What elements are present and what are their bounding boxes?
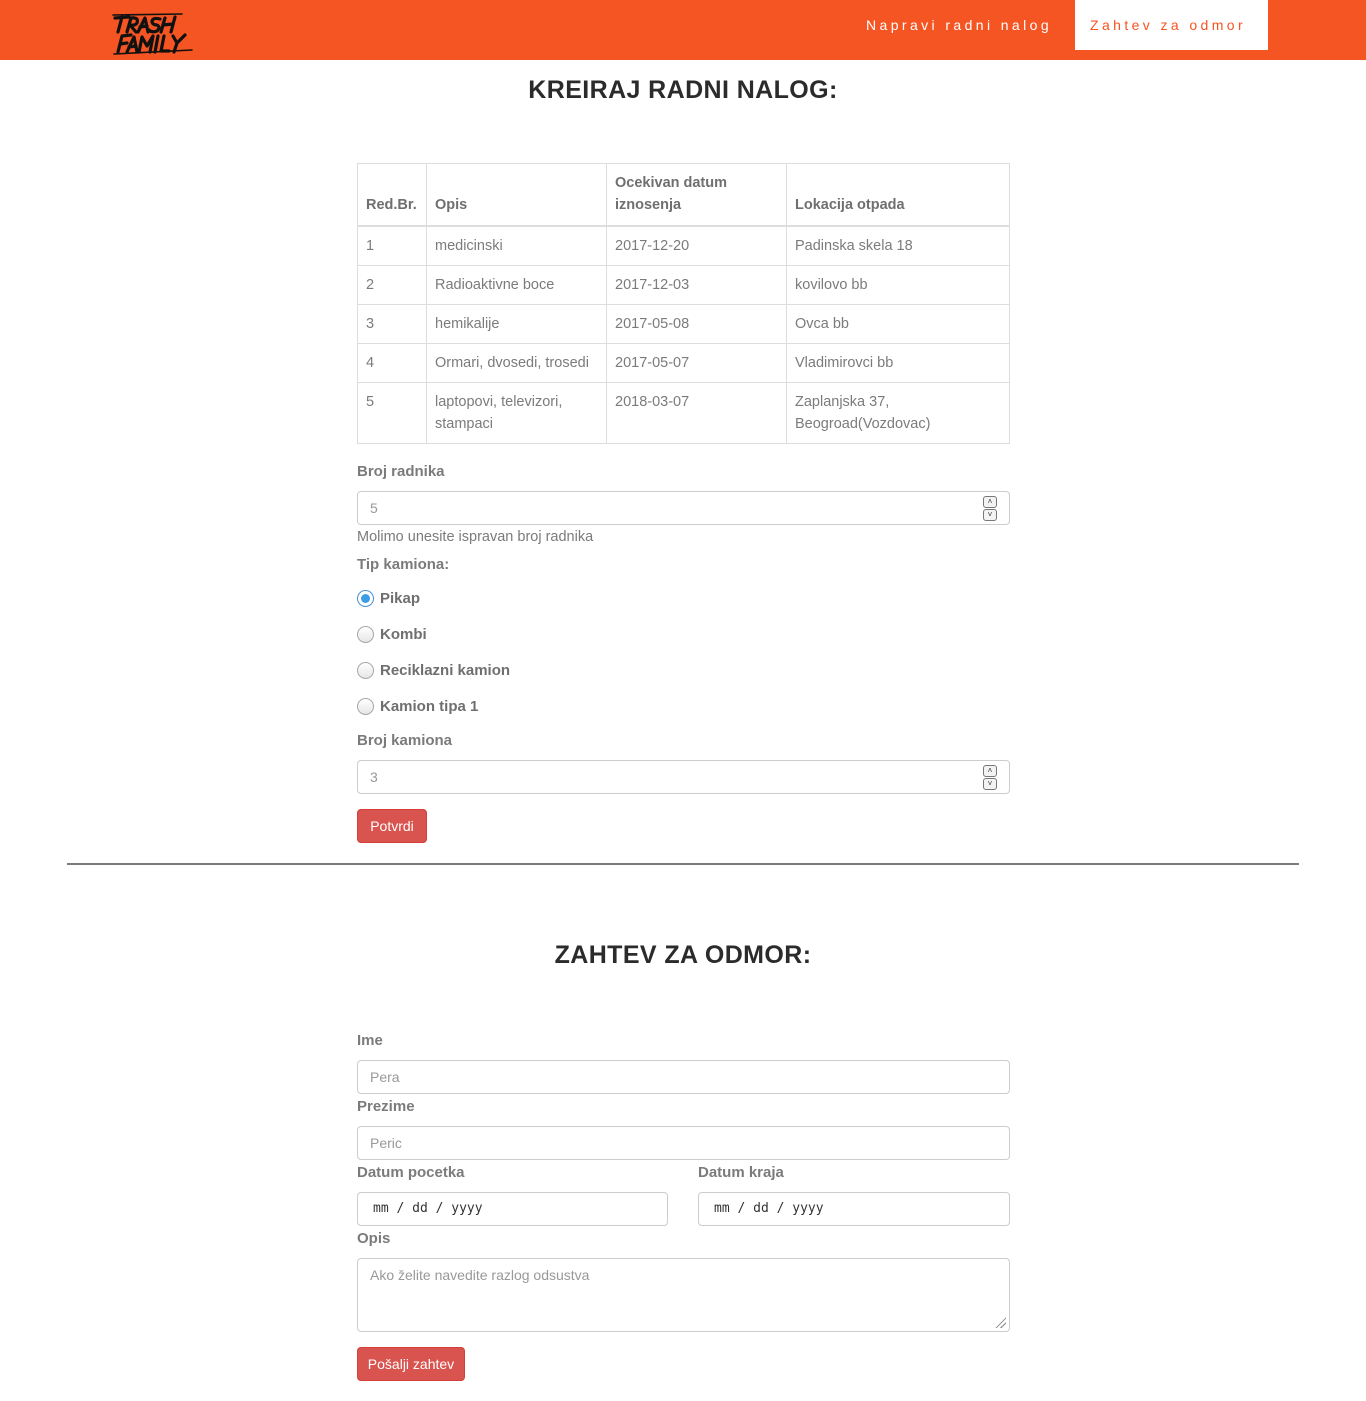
cell-datum: 2017-05-07 xyxy=(606,343,787,383)
cell-rb: 4 xyxy=(357,343,427,383)
radio-button-checked[interactable] xyxy=(357,590,374,607)
potvrdi-button[interactable]: Potvrdi xyxy=(357,809,427,843)
vacation-title: ZAHTEV ZA ODMOR: xyxy=(554,941,812,969)
radio-label: Kamion tipa 1 xyxy=(380,698,479,715)
last-name-input[interactable] xyxy=(357,1126,1010,1160)
navbar: Napravi radni nalog Zahtev za odmor xyxy=(0,0,1366,60)
cell-datum: 2017-12-20 xyxy=(606,225,787,266)
radio-label: Reciklazni kamion xyxy=(380,662,511,679)
trash-family-logo[interactable] xyxy=(112,12,196,56)
table-row[interactable]: 4 Ormari, dvosedi, trosedi 2017-05-07 Vl… xyxy=(357,343,1010,383)
end-date-label: Datum kraja xyxy=(698,1164,784,1181)
nav-zahtev-za-odmor[interactable]: Zahtev za odmor xyxy=(1075,0,1268,50)
col-header-opis: Opis xyxy=(426,163,607,227)
cell-rb: 2 xyxy=(357,265,427,305)
col-header-rb: Red.Br. xyxy=(357,163,427,227)
start-date-label: Datum pocetka xyxy=(357,1164,465,1181)
posalji-zahtev-button[interactable]: Pošalji zahtev xyxy=(357,1347,465,1381)
col-header-datum: Ocekivan datum iznosenja xyxy=(606,163,787,227)
table-row[interactable]: 3 hemikalije 2017-05-08 Ovca bb xyxy=(357,304,1010,344)
chevron-up-icon[interactable]: ˄ xyxy=(983,765,997,777)
cell-rb: 1 xyxy=(357,225,427,266)
section-divider xyxy=(67,863,1299,865)
trucks-stepper[interactable]: ˄ ˅ xyxy=(983,765,997,790)
radio-button[interactable] xyxy=(357,662,374,679)
workers-stepper[interactable]: ˄ ˅ xyxy=(983,496,997,521)
description-textarea[interactable] xyxy=(357,1258,1010,1332)
cell-datum: 2017-05-08 xyxy=(606,304,787,344)
cell-datum: 2018-03-07 xyxy=(606,382,787,444)
chevron-up-icon[interactable]: ˄ xyxy=(983,496,997,508)
chevron-down-icon[interactable]: ˅ xyxy=(983,509,997,521)
chevron-down-icon[interactable]: ˅ xyxy=(983,778,997,790)
trucks-label: Broj kamiona xyxy=(357,732,453,749)
first-name-label: Ime xyxy=(357,1032,383,1049)
last-name-label: Prezime xyxy=(357,1098,415,1115)
cell-datum: 2017-12-03 xyxy=(606,265,787,305)
cell-rb: 3 xyxy=(357,304,427,344)
description-label: Opis xyxy=(357,1230,391,1247)
radio-label: Pikap xyxy=(380,590,421,607)
end-date-input[interactable]: mm / dd / yyyy xyxy=(698,1192,1010,1226)
table-header-row: Red.Br. Opis Ocekivan datum iznosenja Lo… xyxy=(357,163,1010,227)
workers-help-text: Molimo unesite ispravan broj radnika xyxy=(357,529,594,545)
cell-lokacija: Vladimirovci bb xyxy=(786,343,1010,383)
workers-label: Broj radnika xyxy=(357,463,445,480)
cell-opis: Radioaktivne boce xyxy=(426,265,607,305)
cell-lokacija: Ovca bb xyxy=(786,304,1010,344)
first-name-input[interactable] xyxy=(357,1060,1010,1094)
trucks-input[interactable]: 3 ˄ ˅ xyxy=(357,760,1010,794)
table-row[interactable]: 5 laptopovi, televizori, stampaci 2018-0… xyxy=(357,382,1010,444)
workers-input[interactable]: 5 ˄ ˅ xyxy=(357,491,1010,525)
col-header-lokacija: Lokacija otpada xyxy=(786,163,1010,227)
waste-table: Red.Br. Opis Ocekivan datum iznosenja Lo… xyxy=(357,163,1010,444)
radio-button[interactable] xyxy=(357,626,374,643)
cell-rb: 5 xyxy=(357,382,427,444)
cell-opis: medicinski xyxy=(426,225,607,266)
workers-placeholder: 5 xyxy=(370,500,378,516)
start-date-input[interactable]: mm / dd / yyyy xyxy=(357,1192,668,1226)
resize-grip-icon[interactable] xyxy=(994,1316,1006,1328)
table-row[interactable]: 2 Radioaktivne boce 2017-12-03 kovilovo … xyxy=(357,265,1010,305)
cell-lokacija: Padinska skela 18 xyxy=(786,225,1010,266)
cell-lokacija: kovilovo bb xyxy=(786,265,1010,305)
nav-napravi-radni-nalog[interactable]: Napravi radni nalog xyxy=(866,0,1052,50)
trucks-placeholder: 3 xyxy=(370,769,378,785)
work-order-title: KREIRAJ RADNI NALOG: xyxy=(528,76,838,104)
cell-lokacija: Zaplanjska 37, Beogroad(Vozdovac) xyxy=(786,382,1010,444)
radio-button[interactable] xyxy=(357,698,374,715)
truck-type-label: Tip kamiona: xyxy=(357,556,450,573)
cell-opis: Ormari, dvosedi, trosedi xyxy=(426,343,607,383)
cell-opis: laptopovi, televizori, stampaci xyxy=(426,382,607,444)
radio-label: Kombi xyxy=(380,626,427,643)
table-row[interactable]: 1 medicinski 2017-12-20 Padinska skela 1… xyxy=(357,225,1010,266)
cell-opis: hemikalije xyxy=(426,304,607,344)
